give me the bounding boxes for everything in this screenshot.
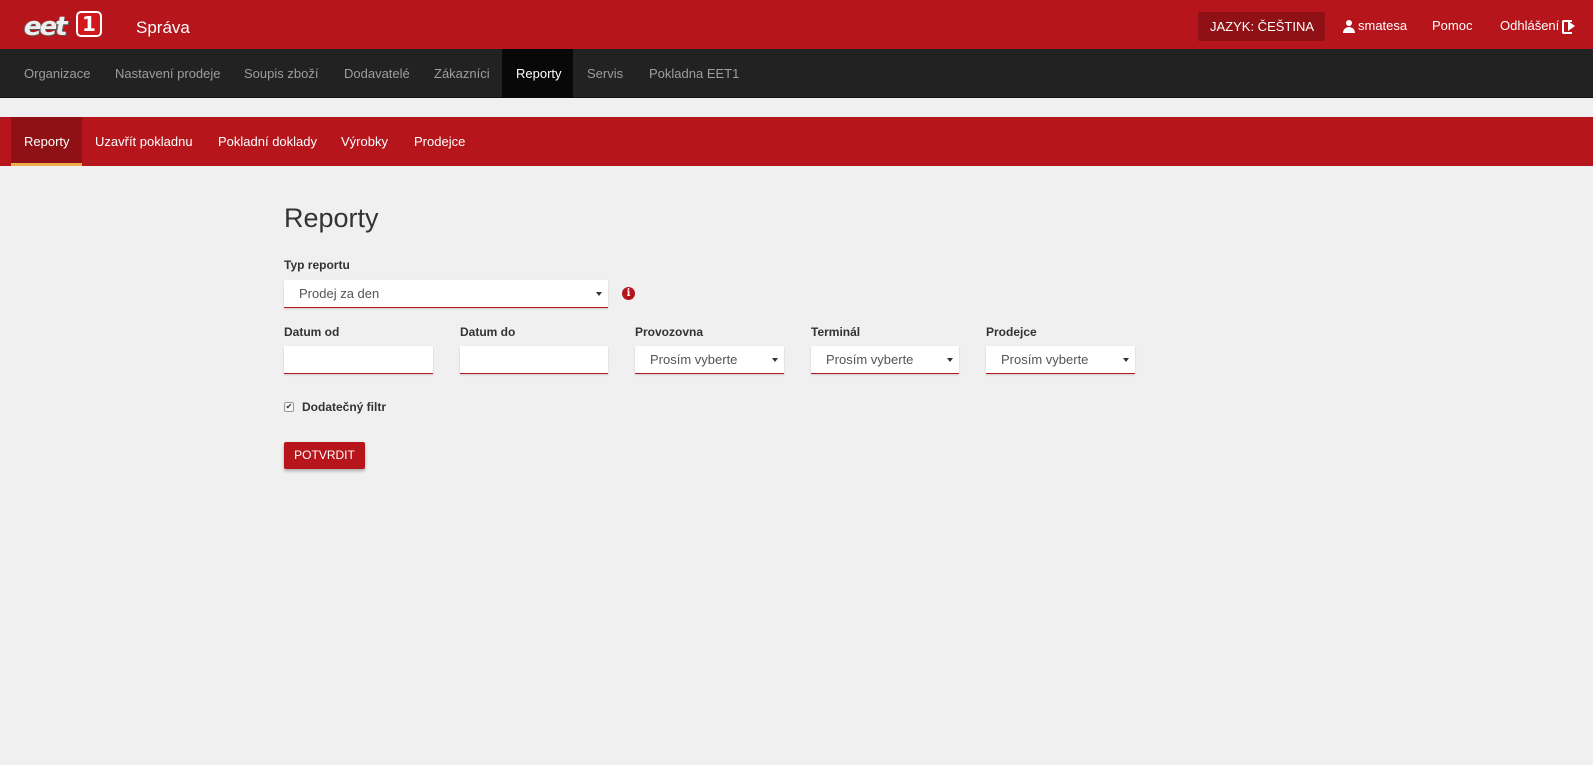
subnav-item-prodejce[interactable]: Prodejce (401, 117, 478, 166)
logout-label: Odhlášení (1500, 18, 1560, 33)
nav-item-soupis-zbozi[interactable]: Soupis zboží (230, 49, 332, 98)
terminal-value: Prosím vyberte (826, 352, 914, 367)
user-link[interactable]: smatesa (1343, 18, 1407, 33)
logo-badge: 1 (76, 11, 102, 37)
language-label: JAZYK: ČEŠTINA (1210, 19, 1314, 34)
report-type-label: Typ reportu (284, 258, 350, 272)
branch-label: Provozovna (635, 325, 704, 339)
logout-icon (1562, 19, 1576, 34)
subnav-item-uzavrit-pokladnu[interactable]: Uzavřít pokladnu (82, 117, 206, 166)
user-icon (1343, 19, 1355, 33)
help-link[interactable]: Pomoc (1432, 18, 1472, 33)
eet1-logo[interactable]: eet 1 (24, 9, 104, 42)
report-type-value: Prodej za den (299, 286, 380, 301)
sub-nav: Reporty Uzavřít pokladnu Pokladní doklad… (0, 117, 1593, 166)
seller-label: Prodejce (986, 325, 1037, 339)
subnav-item-vyrobky[interactable]: Výrobky (328, 117, 401, 166)
confirm-button[interactable]: POTVRDIT (284, 442, 365, 469)
dropdown-arrow-icon (1123, 358, 1129, 362)
logout-link[interactable]: Odhlášení (1500, 18, 1576, 34)
extra-filter-checkbox[interactable]: ✔ (284, 402, 294, 412)
terminal-select[interactable]: Prosím vyberte (811, 346, 959, 374)
date-from-label: Datum od (284, 325, 340, 339)
nav-item-dodavatele[interactable]: Dodavatelé (330, 49, 424, 98)
subnav-item-pokladni-doklady[interactable]: Pokladní doklady (205, 117, 330, 166)
report-type-select[interactable]: Prodej za den (284, 280, 608, 308)
page-title: Reporty (284, 203, 379, 233)
nav-item-zakaznici[interactable]: Zákazníci (420, 49, 504, 98)
date-from-input[interactable] (284, 346, 433, 374)
language-dropdown-button[interactable]: JAZYK: ČEŠTINA (1198, 12, 1325, 59)
nav-item-pokladna-eet1[interactable]: Pokladna EET1 (635, 49, 753, 98)
dropdown-arrow-icon (947, 358, 953, 362)
logo-text: eet (24, 12, 68, 42)
nav-item-nastaveni-prodeje[interactable]: Nastavení prodeje (101, 49, 235, 98)
app-title: Správa (136, 18, 190, 37)
date-to-label: Datum do (460, 325, 516, 339)
branch-select[interactable]: Prosím vyberte (635, 346, 784, 374)
top-header: eet 1 Správa JAZYK: ČEŠTINA smatesa Pomo… (0, 0, 1593, 59)
seller-select[interactable]: Prosím vyberte (986, 346, 1135, 374)
terminal-label: Terminál (811, 325, 861, 339)
nav-item-servis[interactable]: Servis (573, 49, 637, 98)
help-label: Pomoc (1432, 18, 1473, 33)
dropdown-arrow-icon (596, 292, 602, 296)
subnav-item-reporty[interactable]: Reporty (11, 117, 82, 166)
info-icon[interactable]: i (622, 287, 635, 300)
username: smatesa (1358, 18, 1408, 33)
extra-filter-label: Dodatečný filtr (302, 400, 387, 414)
nav-item-reporty[interactable]: Reporty (502, 49, 573, 98)
branch-value: Prosím vyberte (650, 352, 738, 367)
dropdown-arrow-icon (772, 358, 778, 362)
seller-value: Prosím vyberte (1001, 352, 1089, 367)
main-nav: Organizace Nastavení prodeje Soupis zbož… (0, 49, 1593, 98)
date-to-input[interactable] (460, 346, 608, 374)
nav-item-organizace[interactable]: Organizace (10, 49, 104, 98)
